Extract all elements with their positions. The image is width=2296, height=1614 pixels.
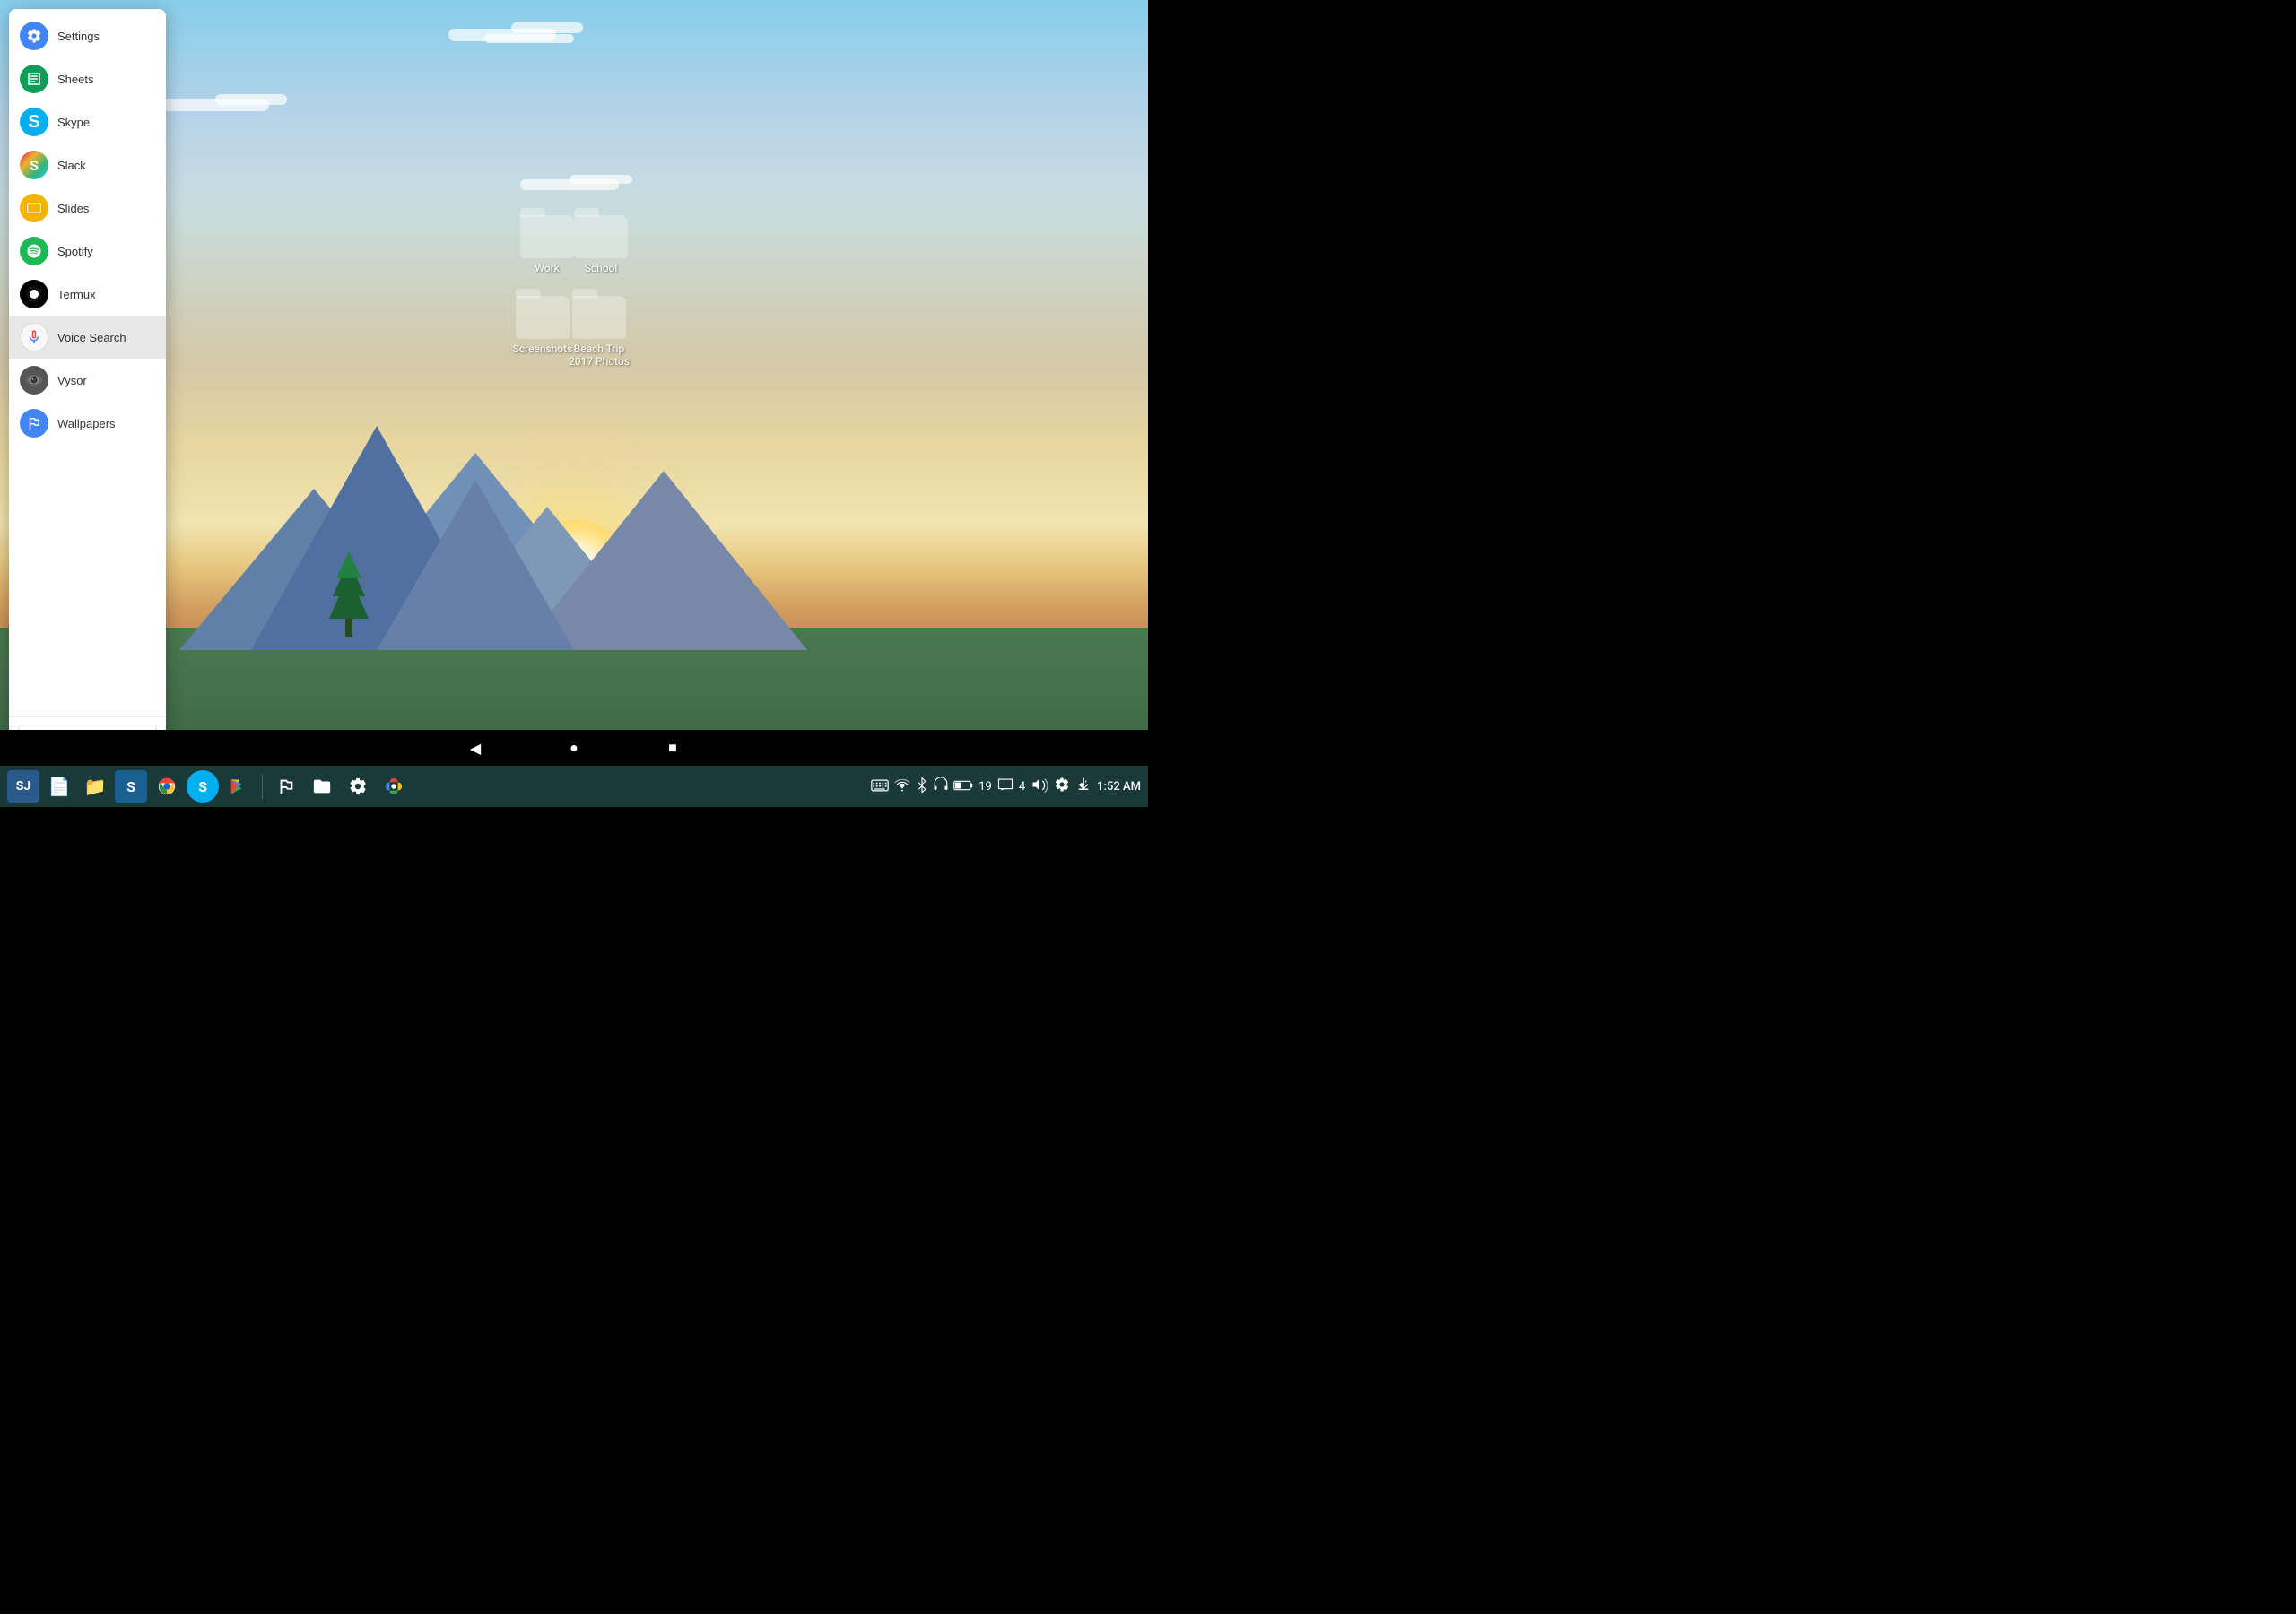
- folder-school-icon: [574, 215, 628, 258]
- messages-count: 4: [1019, 780, 1025, 794]
- taskbar-files2-icon[interactable]: [306, 770, 338, 803]
- taskbar-files-icon[interactable]: 📄: [43, 770, 75, 803]
- download-icon[interactable]: [1075, 777, 1091, 796]
- battery-icon: [953, 778, 973, 795]
- folder-beach[interactable]: Beach Trip 2017 Photos: [563, 296, 635, 368]
- taskbar-skype-icon[interactable]: S: [187, 770, 219, 803]
- taskbar-chrome-icon[interactable]: [151, 770, 183, 803]
- app-item-voice-search[interactable]: Voice Search: [9, 316, 166, 359]
- audio-icon[interactable]: [934, 777, 948, 796]
- vysor-app-label: Vysor: [57, 374, 87, 387]
- nav-home-button[interactable]: ●: [561, 734, 587, 761]
- taskbar-snote-icon[interactable]: S: [115, 770, 147, 803]
- app-item-termux[interactable]: Termux: [9, 273, 166, 316]
- settings-app-label: Settings: [57, 30, 100, 43]
- taskbar-photos-icon[interactable]: [378, 770, 410, 803]
- app-launcher: Settings Sheets S Skype S Slack Slides: [9, 9, 166, 758]
- cloud-2: [511, 22, 583, 33]
- taskbar-settings-icon[interactable]: [342, 770, 374, 803]
- slack-app-icon: S: [20, 151, 48, 179]
- volume-icon[interactable]: [1031, 777, 1048, 796]
- messages-icon[interactable]: [997, 777, 1013, 795]
- time-display: 1:52 AM: [1097, 780, 1141, 794]
- nav-back-button[interactable]: ◀: [462, 734, 489, 761]
- voice-search-app-icon: [20, 323, 48, 351]
- folder-school[interactable]: School: [565, 215, 637, 274]
- app-item-skype[interactable]: S Skype: [9, 100, 166, 143]
- skype-app-icon: S: [20, 108, 48, 136]
- sheets-app-label: Sheets: [57, 73, 93, 86]
- taskbar-divider: [262, 774, 263, 799]
- app-list[interactable]: Settings Sheets S Skype S Slack Slides: [9, 9, 166, 716]
- app-item-vysor[interactable]: Vysor: [9, 359, 166, 402]
- taskbar-sj-icon[interactable]: SJ: [7, 770, 39, 803]
- slides-app-label: Slides: [57, 202, 89, 215]
- termux-app-label: Termux: [57, 288, 96, 301]
- app-item-wallpapers[interactable]: Wallpapers: [9, 402, 166, 445]
- app-item-sheets[interactable]: Sheets: [9, 57, 166, 100]
- slides-app-icon: [20, 194, 48, 222]
- spotify-app-label: Spotify: [57, 245, 93, 258]
- taskbar-wallpapers-icon[interactable]: [270, 770, 302, 803]
- termux-app-icon: [20, 280, 48, 308]
- taskbar-playstore-icon[interactable]: [222, 770, 255, 803]
- wifi-icon[interactable]: [894, 778, 910, 795]
- spotify-app-icon: [20, 237, 48, 265]
- folder-school-label: School: [585, 262, 618, 274]
- taskbar-right: 19 4 1:52 AM: [871, 777, 1141, 796]
- app-item-slides[interactable]: Slides: [9, 187, 166, 230]
- taskbar-folder-icon[interactable]: 📁: [79, 770, 111, 803]
- nav-recents-button[interactable]: ■: [659, 734, 686, 761]
- sheets-app-icon: [20, 65, 48, 93]
- cloud-5: [215, 94, 287, 105]
- skype-app-label: Skype: [57, 116, 90, 129]
- nav-bar: ◀ ● ■: [0, 730, 1148, 766]
- cloud-3: [484, 34, 574, 43]
- taskbar-gear-icon[interactable]: [1054, 777, 1070, 796]
- slack-app-label: Slack: [57, 159, 86, 172]
- keyboard-icon[interactable]: [871, 778, 889, 795]
- desktop-wallpaper: Work School Screenshots Beach Trip 2017 …: [0, 0, 1148, 807]
- taskbar: SJ 📄 📁 S S: [0, 766, 1148, 807]
- folder-work-label: Work: [535, 262, 559, 274]
- settings-app-icon: [20, 22, 48, 50]
- wallpapers-app-label: Wallpapers: [57, 417, 116, 430]
- mountain-front-2: [377, 480, 574, 650]
- battery-level: 19: [978, 780, 992, 794]
- vysor-app-icon: [20, 366, 48, 395]
- app-item-spotify[interactable]: Spotify: [9, 230, 166, 273]
- folder-beach-icon: [572, 296, 626, 339]
- app-item-slack[interactable]: S Slack: [9, 143, 166, 187]
- wallpapers-app-icon: [20, 409, 48, 438]
- tree: [345, 610, 352, 637]
- cloud-7: [570, 175, 632, 184]
- bluetooth-icon[interactable]: [916, 777, 928, 796]
- folder-screenshots-icon: [516, 296, 570, 339]
- folder-beach-label: Beach Trip 2017 Photos: [563, 343, 635, 368]
- app-item-settings[interactable]: Settings: [9, 14, 166, 57]
- voice-search-app-label: Voice Search: [57, 331, 126, 344]
